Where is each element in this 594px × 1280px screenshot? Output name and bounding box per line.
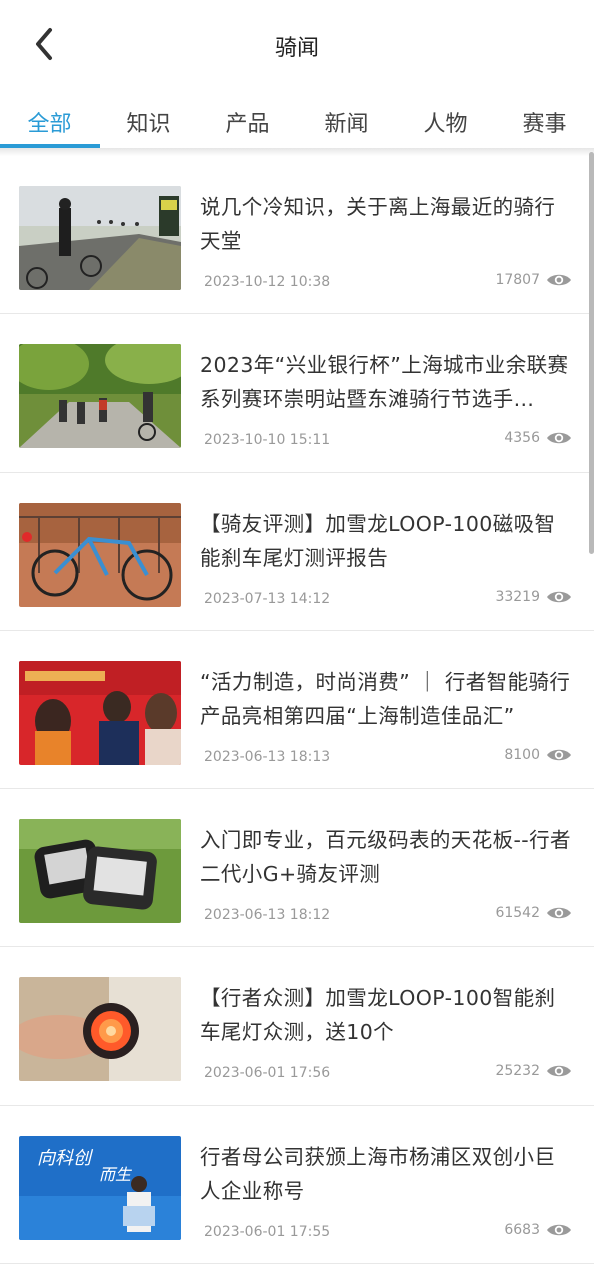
list-item[interactable]: 入门即专业，百元级码表的天花板--行者二代小G+骑友评测 2023-06-13 …	[0, 789, 594, 948]
article-title: 【行者众测】加雪龙LOOP-100智能刹车尾灯众测，送10个	[200, 986, 556, 1045]
view-count-value: 6683	[504, 1221, 540, 1238]
article-date: 2023-06-13 18:12	[204, 907, 331, 924]
view-count: 61542	[495, 905, 572, 921]
svg-text:而生: 而生	[99, 1165, 133, 1184]
list-item[interactable]: 2023年“兴业银行杯”上海城市业余联赛系列赛环崇明站暨东滩骑行节选手… 202…	[0, 314, 594, 473]
article-thumbnail	[19, 186, 181, 290]
view-count-value: 17807	[495, 272, 540, 288]
view-count: 33219	[495, 589, 572, 605]
article-title: 2023年“兴业银行杯”上海城市业余联赛系列赛环崇明站暨东滩骑行节选手…	[200, 353, 569, 412]
page-title: 骑闻	[274, 36, 319, 61]
list-item[interactable]: 向科创 而生 行者母公司获颁上海市杨浦区双创小巨人企业称号 2023-06-01…	[0, 1106, 594, 1265]
article-date: 2023-07-13 14:12	[204, 590, 331, 607]
list-item[interactable]: “活力制造，时尚消费” ｜ 行者智能骑行产品亮相第四届“上海制造佳品汇” 202…	[0, 631, 594, 790]
tab-people[interactable]: 人物	[396, 92, 495, 150]
eye-icon	[547, 1066, 571, 1077]
eye-icon	[547, 591, 571, 602]
eye-icon	[547, 749, 571, 761]
view-count-value: 4356	[504, 430, 540, 447]
tab-products[interactable]: 产品	[198, 92, 297, 150]
view-count: 8100	[504, 747, 572, 763]
article-thumbnail	[19, 660, 181, 765]
view-count: 25232	[495, 1063, 572, 1079]
article-thumbnail	[19, 344, 181, 449]
view-count-value: 8100	[504, 746, 540, 763]
article-thumbnail	[19, 819, 181, 924]
eye-icon	[547, 274, 571, 286]
article-list: 说几个冷知识，关于离上海最近的骑行天堂 2023-10-12 10:38 178…	[0, 156, 594, 1265]
view-count: 17807	[495, 272, 572, 288]
category-tabs: 全部 知识 产品 新闻 人物 赛事	[0, 92, 594, 150]
article-date: 2023-06-01 17:56	[204, 1065, 331, 1082]
article-date: 2023-06-01 17:55	[204, 1223, 331, 1240]
eye-icon	[547, 433, 571, 444]
svg-text:向科创: 向科创	[37, 1148, 94, 1169]
view-count-value: 61542	[495, 905, 540, 922]
article-thumbnail	[19, 977, 181, 1082]
view-count: 6683	[504, 1222, 572, 1238]
list-item[interactable]: 【骑友评测】加雪龙LOOP-100磁吸智能刹车尾灯测评报告 2023-07-13…	[0, 473, 594, 631]
tab-news[interactable]: 新闻	[297, 92, 396, 150]
eye-icon	[547, 1224, 571, 1236]
top-bar: 骑闻	[0, 0, 594, 92]
article-title: 行者母公司获颁上海市杨浦区双创小巨人企业称号	[200, 1144, 556, 1203]
view-count-value: 33219	[495, 588, 540, 605]
article-date: 2023-10-10 15:11	[204, 432, 331, 449]
article-thumbnail: 向科创 而生	[19, 1135, 181, 1240]
eye-icon	[547, 907, 571, 919]
view-count: 4356	[504, 430, 572, 446]
article-title: 入门即专业，百元级码表的天花板--行者二代小G+骑友评测	[200, 828, 571, 887]
article-thumbnail	[19, 502, 181, 607]
tab-all[interactable]: 全部	[0, 92, 99, 150]
view-count-value: 25232	[495, 1063, 540, 1080]
article-title: “活力制造，时尚消费” ｜ 行者智能骑行产品亮相第四届“上海制造佳品汇”	[200, 669, 571, 728]
article-date: 2023-06-13 18:13	[204, 748, 331, 765]
scrollbar[interactable]	[589, 152, 594, 554]
article-date: 2023-10-12 10:38	[204, 274, 331, 290]
tabs-divider	[0, 148, 594, 156]
tab-events[interactable]: 赛事	[495, 92, 594, 150]
article-title: 说几个冷知识，关于离上海最近的骑行天堂	[200, 195, 556, 253]
list-item[interactable]: 说几个冷知识，关于离上海最近的骑行天堂 2023-10-12 10:38 178…	[0, 156, 594, 315]
list-item[interactable]: 【行者众测】加雪龙LOOP-100智能刹车尾灯众测，送10个 2023-06-0…	[0, 947, 594, 1106]
article-title: 【骑友评测】加雪龙LOOP-100磁吸智能刹车尾灯测评报告	[200, 511, 556, 570]
tab-knowledge[interactable]: 知识	[99, 92, 198, 150]
